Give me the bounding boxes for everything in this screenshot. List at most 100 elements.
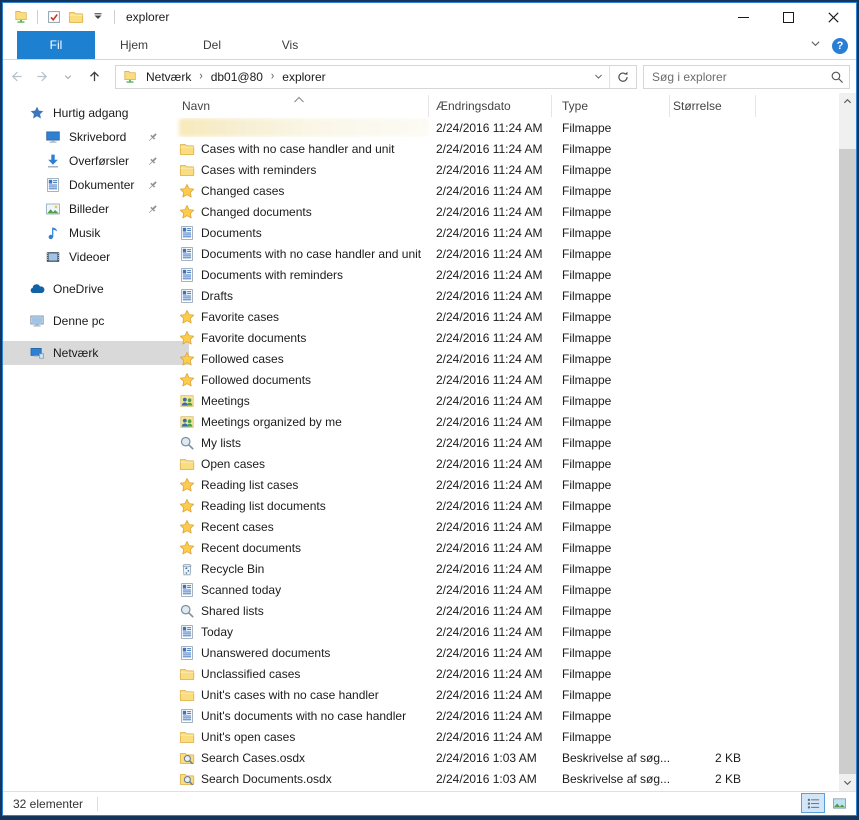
file-modified-date: 2/24/2016 11:24 AM [429,709,552,723]
file-row[interactable]: Unclassified cases2/24/2016 11:24 AMFilm… [175,663,839,684]
new-folder-icon[interactable] [67,8,85,26]
file-row[interactable]: Scanned today2/24/2016 11:24 AMFilmappe [175,579,839,600]
refresh-icon[interactable] [609,66,636,88]
tab-vis[interactable]: Vis [251,31,329,59]
file-row[interactable]: Changed documents2/24/2016 11:24 AMFilma… [175,201,839,222]
sidebar-item-hurtig-adgang[interactable]: Hurtig adgang [3,101,175,125]
file-row[interactable]: Followed documents2/24/2016 11:24 AMFilm… [175,369,839,390]
expand-ribbon-icon[interactable] [809,37,822,55]
sidebar-item-skrivebord[interactable]: Skrivebord [3,125,175,149]
file-row[interactable]: Reading list cases2/24/2016 11:24 AMFilm… [175,474,839,495]
sidebar-item-overførsler[interactable]: Overførsler [3,149,175,173]
file-row[interactable]: Search Cases.osdx2/24/2016 1:03 AMBeskri… [175,747,839,768]
vertical-scrollbar[interactable] [839,93,856,791]
tab-fil[interactable]: Fil [17,31,95,59]
close-button[interactable] [811,3,856,31]
file-row[interactable]: Documents with no case handler and unit2… [175,243,839,264]
thumbnail-view-icon[interactable] [827,793,851,813]
ribbon-tabs: FilHjemDelVis [3,31,329,59]
recent-locations-icon[interactable] [55,65,81,89]
up-icon[interactable] [81,65,107,89]
file-row[interactable]: Unanswered documents2/24/2016 11:24 AMFi… [175,642,839,663]
sidebar-item-denne-pc[interactable]: Denne pc [3,309,175,333]
file-row[interactable]: Cases with no case handler and unit2/24/… [175,138,839,159]
breadcrumb-item-db01-80[interactable]: db01@80 [207,70,267,84]
doc-icon [179,582,195,598]
details-view-icon[interactable] [801,793,825,813]
sort-ascending-icon[interactable] [293,93,305,101]
star-icon [179,204,195,220]
help-icon[interactable]: ? [832,38,848,54]
file-row[interactable]: Drafts2/24/2016 11:24 AMFilmappe [175,285,839,306]
back-icon[interactable] [3,65,29,89]
file-row[interactable]: Today2/24/2016 11:24 AMFilmappe [175,621,839,642]
file-row[interactable]: Unit's cases with no case handler2/24/20… [175,684,839,705]
file-row[interactable]: Documents2/24/2016 11:24 AMFilmappe [175,222,839,243]
file-row[interactable]: Cases with reminders2/24/2016 11:24 AMFi… [175,159,839,180]
tab-del[interactable]: Del [173,31,251,59]
file-type: Filmappe [552,604,670,618]
file-row[interactable]: Search Documents.osdx2/24/2016 1:03 AMBe… [175,768,839,789]
doc-icon [179,267,195,283]
file-type: Filmappe [552,352,670,366]
file-row[interactable]: Favorite documents2/24/2016 11:24 AMFilm… [175,327,839,348]
file-row[interactable]: Open cases2/24/2016 11:24 AMFilmappe [175,453,839,474]
file-row[interactable]: Unit's documents with no case handler2/2… [175,705,839,726]
file-type: Filmappe [552,289,670,303]
file-row[interactable]: Shared lists2/24/2016 11:24 AMFilmappe [175,600,839,621]
scrollbar-thumb[interactable] [839,149,856,774]
address-dropdown-icon[interactable] [587,66,609,88]
file-row[interactable]: Documents with reminders2/24/2016 11:24 … [175,264,839,285]
file-type: Filmappe [552,415,670,429]
address-box[interactable]: Netværk›db01@80›explorer [115,65,637,89]
tab-hjem[interactable]: Hjem [95,31,173,59]
file-name: Documents with no case handler and unit [201,247,421,261]
minimize-button[interactable] [721,3,766,31]
sidebar-item-videoer[interactable]: Videoer [3,245,175,269]
file-name-cell: Scanned today [175,582,429,598]
file-name-cell: Unclassified cases [175,666,429,682]
sidebar-item-label: Hurtig adgang [53,106,128,120]
sidebar-item-onedrive[interactable]: OneDrive [3,277,175,301]
file-row[interactable]: Favorite cases2/24/2016 11:24 AMFilmappe [175,306,839,327]
forward-icon[interactable] [29,65,55,89]
file-row[interactable]: My lists2/24/2016 11:24 AMFilmappe [175,432,839,453]
file-row[interactable]: 2/24/2016 11:24 AMFilmappe [175,117,839,138]
navigation-pane: Hurtig adgang SkrivebordOverførslerDokume… [3,93,175,791]
breadcrumb-item-netværk[interactable]: Netværk [142,70,195,84]
properties-icon[interactable] [45,8,63,26]
file-row[interactable]: Meetings organized by me2/24/2016 11:24 … [175,411,839,432]
breadcrumb-item-explorer[interactable]: explorer [278,70,329,84]
search-input[interactable] [644,70,825,84]
file-row[interactable]: Meetings2/24/2016 11:24 AMFilmappe [175,390,839,411]
sidebar-item-billeder[interactable]: Billeder [3,197,175,221]
sidebar-item-netværk[interactable]: Netværk [3,341,189,365]
column-header-modified[interactable]: Ændringsdato [429,95,552,117]
videos-icon [45,249,61,265]
file-row[interactable]: Recycle Bin2/24/2016 11:24 AMFilmappe [175,558,839,579]
file-row[interactable]: Recent documents2/24/2016 11:24 AMFilmap… [175,537,839,558]
customize-toolbar-icon[interactable] [89,8,107,26]
file-row[interactable]: Reading list documents2/24/2016 11:24 AM… [175,495,839,516]
file-name-cell [175,118,429,137]
sidebar-item-dokumenter[interactable]: Dokumenter [3,173,175,197]
file-name-cell: Recent documents [175,540,429,556]
file-type: Filmappe [552,373,670,387]
search-icon[interactable] [825,70,849,84]
maximize-button[interactable] [766,3,811,31]
file-name-cell: Followed cases [175,351,429,367]
file-name-cell: Search Documents.osdx [175,771,429,787]
scroll-up-icon[interactable] [839,93,856,110]
doc-icon [179,645,195,661]
file-name: Meetings [201,394,250,408]
file-row[interactable]: Recent cases2/24/2016 11:24 AMFilmappe [175,516,839,537]
file-row[interactable]: Unit's open cases2/24/2016 11:24 AMFilma… [175,726,839,747]
recycle-bin-icon [179,561,195,577]
sidebar-item-musik[interactable]: Musik [3,221,175,245]
file-row[interactable]: Followed cases2/24/2016 11:24 AMFilmappe [175,348,839,369]
file-name-cell: Recent cases [175,519,429,535]
column-header-type[interactable]: Type [552,95,670,117]
scroll-down-icon[interactable] [839,774,856,791]
file-row[interactable]: Changed cases2/24/2016 11:24 AMFilmappe [175,180,839,201]
column-header-size[interactable]: Størrelse [670,95,756,117]
